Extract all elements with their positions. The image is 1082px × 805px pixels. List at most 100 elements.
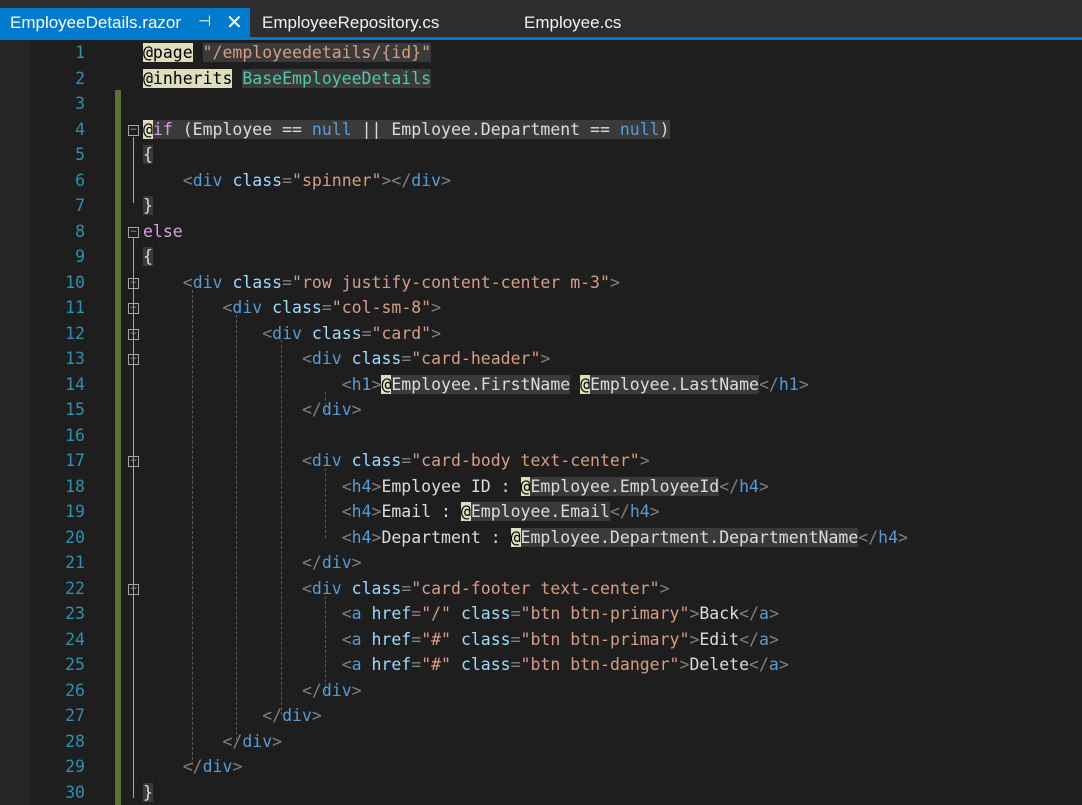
collapse-toggle-icon[interactable]: − [128,124,139,136]
collapse-toggle-icon[interactable]: − [128,226,139,238]
pin-icon[interactable]: ⊣ [198,12,211,30]
line-number: 7 [75,196,85,215]
code-text: else [143,221,183,241]
line-number: 8 [75,221,85,241]
code-text: } [143,196,153,215]
code-line-8: 8 − else [0,219,1082,245]
code-line-16: 16 [0,423,1082,449]
code-line-13: 13 − <div class="card-header"> [0,346,1082,372]
collapse-toggle-icon[interactable]: − [128,303,139,314]
code-line-7: 7 } [0,193,1082,219]
code-line-20: 20 <h4>Department : @Employee.Department… [0,525,1082,551]
code-line-2: 2 @inherits BaseEmployeeDetails [0,66,1082,92]
code-text: <h4>Email : @Employee.Email</h4> [341,502,660,521]
line-number: 13 [65,349,85,368]
line-number: 26 [65,680,85,700]
code-line-3: 3 [0,91,1082,117]
tab-employee-cs[interactable]: Employee.cs [524,8,621,37]
code-text: <div class="card-footer text-center"> [301,578,670,598]
tab-label: EmployeeDetails.razor [10,12,182,32]
code-text: <div class="card"> [262,323,442,343]
line-number: 24 [65,629,85,649]
code-text: </div> [301,400,362,419]
code-text: <a href="/" class="btn btn-primary">Back… [341,604,779,623]
code-line-4: 4 − @if (Employee == null || Employee.De… [0,117,1082,143]
line-number: 12 [65,323,85,343]
close-icon[interactable]: ✕ [226,10,243,35]
code-text: } [143,782,153,802]
line-number: 4 [75,119,85,139]
line-number: 20 [65,527,85,547]
line-number: 28 [65,731,85,751]
line-number: 2 [75,68,85,88]
code-line-22: 22 − <div class="card-footer text-center… [0,576,1082,602]
code-line-30: 30 } [0,780,1082,805]
collapse-toggle-icon[interactable]: − [128,456,139,467]
code-line-27: 27 </div> [0,703,1082,729]
line-number: 1 [75,43,85,62]
tab-employee-repository-cs[interactable]: EmployeeRepository.cs [262,8,439,37]
code-text: </div> [262,706,322,725]
collapse-toggle-icon[interactable]: − [128,583,139,595]
code-line-19: 19 <h4>Email : @Employee.Email</h4> [0,499,1082,525]
line-number: 17 [65,451,85,470]
code-text: @page "/employeedetails/{id}" [143,43,432,62]
code-line-18: 18 <h4>Employee ID : @Employee.EmployeeI… [0,474,1082,500]
code-text: </div> [222,731,283,751]
line-number: 9 [75,247,85,266]
tab-employee-details-razor[interactable]: EmployeeDetails.razor ⊣ ✕ [0,8,250,37]
code-line-15: 15 </div> [0,397,1082,423]
line-number: 6 [75,170,85,190]
line-number: 29 [65,757,85,776]
line-number: 27 [65,706,85,725]
code-line-6: 6 <div class="spinner"></div> [0,168,1082,194]
line-number: 22 [65,578,85,598]
line-number: 18 [65,476,85,496]
code-line-25: 25 <a href="#" class="btn btn-danger">De… [0,652,1082,678]
line-number: 14 [65,374,85,394]
code-text: <div class="card-header"> [301,349,551,368]
line-number: 21 [65,553,85,572]
code-line-17: 17 − <div class="card-body text-center"> [0,448,1082,474]
code-line-5: 5 { [0,142,1082,168]
code-line-1: 1 @page "/employeedetails/{id}" [0,40,1082,66]
code-text: <div class="spinner"></div> [182,170,452,190]
code-text: <h1>@Employee.FirstName @Employee.LastNa… [341,374,809,394]
code-text: @if (Employee == null || Employee.Depart… [143,119,670,139]
code-line-10: 10 − <div class="row justify-content-cen… [0,270,1082,296]
code-text: </div> [301,680,362,700]
line-number: 16 [65,425,85,445]
code-editor[interactable]: 1 @page "/employeedetails/{id}" 2 @inher… [0,40,1082,805]
code-text: </div> [301,553,362,572]
code-text: <div class="col-sm-8"> [222,298,442,317]
line-number: 25 [65,655,85,674]
code-text: <h4>Employee ID : @Employee.EmployeeId</… [341,476,769,496]
line-number: 30 [65,782,85,802]
code-text: <a href="#" class="btn btn-danger">Delet… [341,655,789,674]
code-line-14: 14 <h1>@Employee.FirstName @Employee.Las… [0,372,1082,398]
code-text: </div> [182,757,243,776]
code-text: { [143,247,153,266]
line-number: 11 [65,298,85,317]
code-text: <div class="card-body text-center"> [301,451,650,470]
line-number: 10 [65,272,85,292]
line-number: 5 [75,145,85,164]
code-text: <a href="#" class="btn btn-primary">Edit… [341,629,779,649]
code-text: <h4>Department : @Employee.Department.De… [341,527,908,547]
tab-label: Employee.cs [524,12,622,32]
code-line-29: 29 </div> [0,754,1082,780]
code-line-24: 24 <a href="#" class="btn btn-primary">E… [0,627,1082,653]
document-tab-bar: EmployeeDetails.razor ⊣ ✕ EmployeeReposi… [0,0,1082,40]
code-line-21: 21 </div> [0,550,1082,576]
code-text: { [143,145,153,164]
collapse-toggle-icon[interactable]: − [128,354,139,365]
line-number: 15 [65,400,85,419]
code-line-26: 26 </div> [0,678,1082,704]
collapse-toggle-icon[interactable]: − [128,277,139,289]
code-line-11: 11 − <div class="col-sm-8"> [0,295,1082,321]
code-line-12: 12 − <div class="card"> [0,321,1082,347]
code-text: @inherits BaseEmployeeDetails [143,68,432,88]
code-line-28: 28 </div> [0,729,1082,755]
line-number: 19 [65,502,85,521]
collapse-toggle-icon[interactable]: − [128,328,139,340]
